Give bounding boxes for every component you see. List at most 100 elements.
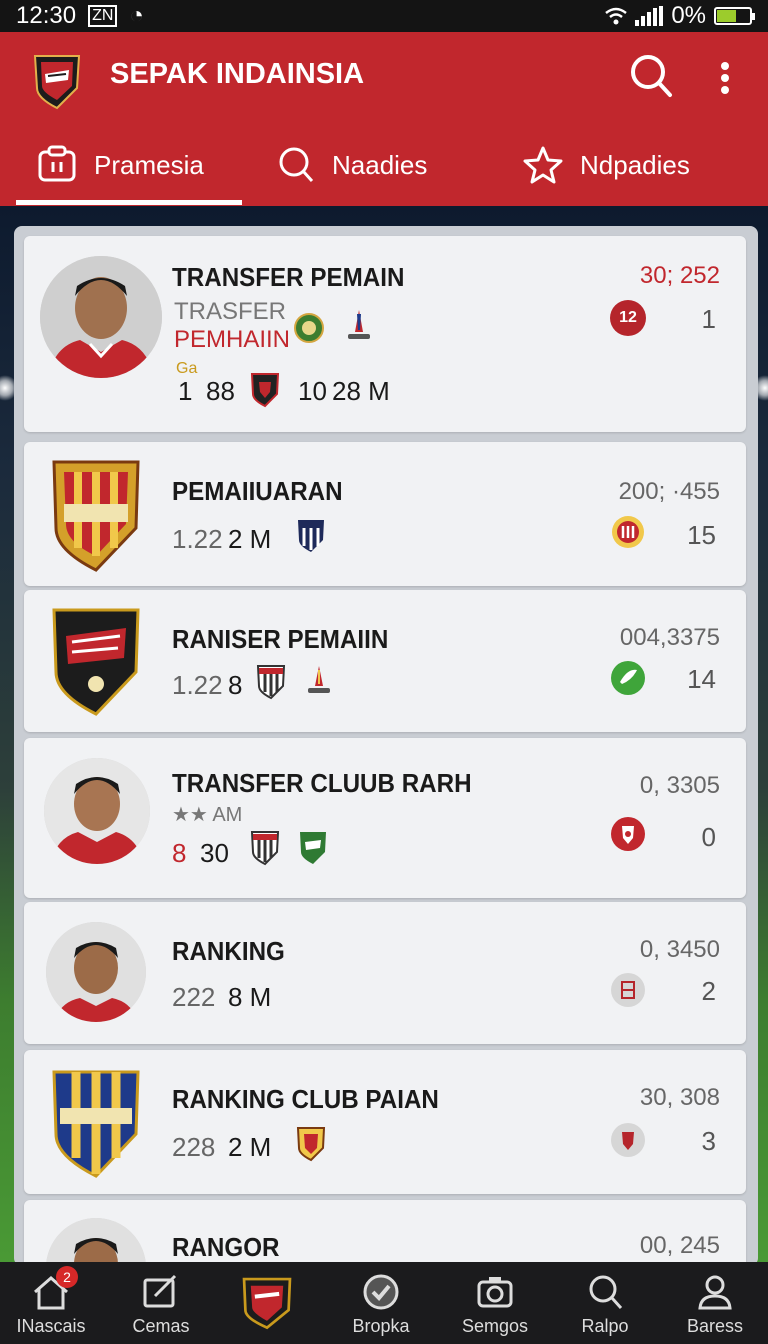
card-badge-icon — [611, 973, 645, 1007]
stat-a: 1.22 — [172, 524, 223, 554]
status-bar: 12:30 ZN ◔ 0% — [0, 0, 768, 32]
rank-value: 30; 252 — [639, 262, 720, 289]
tab-ndpadies[interactable]: Ndpadies — [522, 138, 690, 192]
search-button[interactable] — [624, 50, 676, 102]
stat-a: 8 — [172, 838, 187, 868]
rank-value: 004,3375 — [619, 624, 720, 651]
item-title: PEMAIIUARAN — [172, 476, 343, 506]
nav-baress[interactable]: Baress — [660, 1262, 768, 1344]
club-crest-icon — [242, 1277, 292, 1330]
sync-icon: ◔ — [129, 2, 144, 29]
app-title: SEPAK INDAINSIA — [110, 58, 365, 90]
transfer-list: TRANSFER PEMAIN TRASFER PEMHAIIN Ga 1 88… — [14, 226, 758, 1266]
nav-label: INascais — [16, 1316, 86, 1336]
nav-ralpo[interactable]: Ralpo — [550, 1262, 660, 1344]
edit-icon — [143, 1274, 177, 1308]
list-item[interactable]: RANKING 222 8 M 0, 3450 2 — [24, 902, 746, 1044]
tab-label: Ndpadies — [580, 149, 690, 180]
nav-club[interactable] — [212, 1262, 322, 1344]
rank-delta: 1 — [701, 304, 716, 334]
stat-b: 8 M — [228, 982, 272, 1012]
club-crest-icon — [250, 373, 280, 408]
tab-naadies[interactable]: Naadies — [274, 138, 427, 192]
rank-value: 0, 3450 — [639, 936, 720, 963]
list-item[interactable]: RANKING CLUB PAIAN 228 2 M 30, 308 3 — [24, 1050, 746, 1194]
stat-b: 30 — [200, 838, 229, 868]
bottom-navigation: INascais 2 Cemas Bropka Semgos Ralpo Bar… — [0, 1262, 768, 1344]
nav-label: Baress — [686, 1316, 744, 1336]
club-badge-icon — [612, 516, 644, 548]
more-menu-button[interactable] — [710, 56, 740, 100]
stat-a: 1 — [178, 376, 193, 406]
item-title: RANGOR — [172, 1232, 280, 1262]
notification-badge: 2 — [56, 1266, 78, 1288]
tab-label: Naadies — [332, 149, 428, 180]
nav-cemas[interactable]: Cemas — [106, 1262, 216, 1344]
item-title: TRANSFER CLUUB RARH — [172, 768, 472, 798]
rank-value: 30, 308 — [639, 1084, 720, 1111]
item-title: RANKING — [172, 936, 285, 966]
check-badge-icon — [363, 1274, 399, 1310]
item-tag: ★★ AM — [172, 804, 243, 826]
item-subtitle: TRASFER — [174, 298, 287, 325]
item-title: RANISER PEMAIIN — [172, 624, 389, 654]
nav-label: Ralpo — [581, 1316, 629, 1336]
rank-delta: 3 — [701, 1126, 716, 1156]
list-item[interactable]: TRANSFER CLUUB RARH ★★ AM 8 30 0, 3305 0 — [24, 738, 746, 898]
nav-semgos[interactable]: Semgos — [440, 1262, 550, 1344]
trophy-icon — [348, 310, 370, 339]
stat-b: 8 — [228, 670, 243, 700]
nav-label: Cemas — [132, 1316, 190, 1336]
list-item[interactable]: TRANSFER PEMAIN TRASFER PEMHAIIN Ga 1 88… — [24, 236, 746, 432]
item-title: TRANSFER PEMAIN — [172, 262, 405, 292]
stat-d: 28 M — [332, 376, 390, 406]
rank-delta: 0 — [701, 822, 716, 852]
stat-a: 228 — [172, 1132, 216, 1162]
list-item[interactable]: RANGOR 00, 245 — [24, 1200, 746, 1266]
stat-b: 88 — [206, 376, 235, 406]
camera-icon — [477, 1277, 513, 1308]
stat-a: 222 — [172, 982, 216, 1012]
club-crest — [52, 608, 140, 716]
nav-label: Bropka — [352, 1316, 410, 1336]
club-badge-icon — [611, 1123, 645, 1157]
rank-value: 00, 245 — [639, 1232, 720, 1259]
club-crest-icon — [296, 1127, 326, 1162]
club-crest-icon — [256, 665, 286, 700]
signal-icon — [635, 6, 664, 26]
item-title: RANKING CLUB PAIAN — [172, 1084, 439, 1114]
star-icon — [523, 146, 563, 184]
rank-value: 0, 3305 — [639, 772, 720, 799]
list-item[interactable]: PEMAIIUARAN 1.22 2 M 200; ·455 15 — [24, 442, 746, 586]
club-crest-icon — [294, 313, 324, 343]
person-icon — [698, 1275, 732, 1310]
stat-b: 2 M — [228, 524, 272, 554]
app-logo — [33, 55, 81, 110]
wifi-icon — [605, 7, 628, 25]
rank-delta: 14 — [687, 664, 716, 694]
club-crest — [52, 460, 140, 572]
tab-pramesia[interactable]: Pramesia — [36, 138, 204, 192]
stat-a: 1.22 — [172, 670, 223, 700]
club-crest-icon — [300, 832, 326, 864]
club-crest-icon — [250, 831, 280, 866]
rank-badge: 12 — [610, 300, 646, 336]
trophy-icon — [308, 666, 330, 693]
player-avatar — [46, 1218, 146, 1266]
nav-label: Semgos — [461, 1316, 529, 1336]
club-crest — [52, 1070, 140, 1178]
list-item[interactable]: RANISER PEMAIIN 1.22 8 004,3375 14 — [24, 590, 746, 732]
rank-delta: 15 — [687, 520, 716, 550]
battery-icon — [714, 7, 755, 25]
search-icon — [589, 1275, 623, 1310]
nav-bropka[interactable]: Bropka — [326, 1262, 436, 1344]
check-badge-icon — [611, 661, 645, 695]
sim-icon: ZN — [88, 5, 118, 27]
battery-percent: 0% — [671, 2, 706, 29]
stat-c: 10 — [298, 376, 327, 406]
player-avatar — [40, 256, 162, 378]
nav-home[interactable]: INascais 2 — [0, 1262, 106, 1344]
search-icon — [279, 147, 314, 183]
rank-value: 200; ·455 — [618, 478, 720, 505]
rank-delta: 2 — [701, 976, 716, 1006]
